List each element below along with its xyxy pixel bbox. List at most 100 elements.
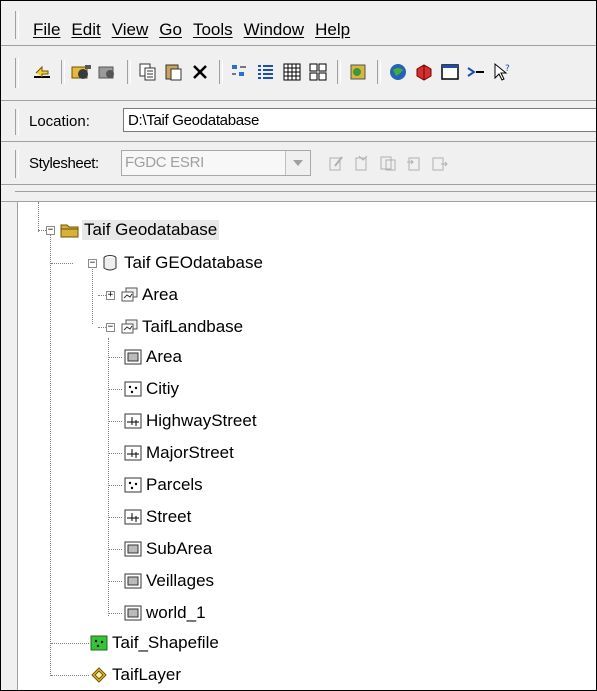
tree-node-layer[interactable]: TaifLayer [90,663,181,687]
tree-node-label: Taif GEOdatabase [124,253,263,272]
tree-node-label: Area [142,285,178,304]
tree-node-label: MajorStreet [146,443,234,462]
tree-node-geodatabase[interactable]: Taif GEOdatabase [102,251,263,275]
toolbar-separator [127,60,131,84]
menu-window[interactable]: Window [244,20,304,40]
tree-node-label: Parcels [146,475,203,494]
tree-node-feature-class[interactable]: world_1 [124,601,206,625]
menu-file[interactable]: File [33,20,60,40]
feature-dataset-icon [120,318,138,336]
stylesheet-label: Stylesheet: [29,155,99,172]
details-icon[interactable] [281,61,303,83]
stylesheet-select[interactable]: FGDC ESRI [121,150,311,176]
export-metadata-icon[interactable] [431,154,449,172]
toolbar-separator [337,60,341,84]
collapse-toggle[interactable]: − [46,226,55,235]
line-feature-class-icon [124,412,142,430]
svg-text:?: ? [505,64,510,74]
tree-node-label: TaifLayer [112,665,181,684]
delete-icon[interactable] [189,61,211,83]
arccatalog-window: File Edit View Go Tools Window Help ? Lo… [0,0,597,691]
thumbnails-icon[interactable] [307,61,329,83]
tree-node-label: Taif_Shapefile [112,633,219,652]
geodatabase-icon [102,254,120,272]
tree-node-feature-class[interactable]: MajorStreet [124,441,234,465]
menu-grip[interactable] [15,11,19,39]
launch-arcmap-icon[interactable] [347,61,369,83]
polygon-feature-class-icon [124,348,142,366]
tree-node-label: world_1 [146,603,206,622]
toolbar-separator [377,60,381,84]
tree-node-label: Veillages [146,571,215,590]
edit-metadata-icon[interactable] [327,154,345,172]
catalog-tree: − − + − Taif Geodatabase Taif GEOdatabas… [17,202,596,690]
tree-node-feature-class[interactable]: Parcels [124,473,203,497]
tree-node-root-folder[interactable]: Taif Geodatabase [60,218,220,242]
tree-node-label: Street [146,507,192,526]
tree-node-label: Area [146,347,182,366]
tree-node-label: SubArea [146,539,213,558]
point-feature-class-icon [124,380,142,398]
location-label: Location: [29,113,90,130]
copy-icon[interactable] [137,61,159,83]
location-grip[interactable] [15,109,19,135]
create-update-metadata-icon[interactable] [379,154,397,172]
list-icon[interactable] [255,61,277,83]
menu-go[interactable]: Go [159,20,182,40]
paste-icon[interactable] [163,61,185,83]
disconnect-folder-icon[interactable] [97,61,119,83]
tree-node-feature-class[interactable]: HighwayStreet [124,409,257,433]
menu-tools[interactable]: Tools [193,20,233,40]
search-icon[interactable] [413,61,435,83]
arctoolbox-icon[interactable] [387,61,409,83]
command-line-icon[interactable] [465,61,487,83]
menu-edit[interactable]: Edit [71,20,100,40]
tree-node-feature-class[interactable]: Citiy [124,377,179,401]
panel-splitter[interactable] [1,185,596,202]
standard-toolbar: ? [1,46,596,101]
location-input[interactable]: D:\Taif Geodatabase [123,108,596,132]
connect-folder-icon[interactable] [71,61,93,83]
tree-node-dataset-area[interactable]: Area [120,283,178,307]
tree-node-feature-class[interactable]: Veillages [124,569,214,593]
tree-node-feature-class[interactable]: Area [124,345,182,369]
large-icons-icon[interactable] [229,61,251,83]
menu-help[interactable]: Help [315,20,350,40]
polygon-feature-class-icon [124,604,142,622]
polygon-feature-class-icon [124,572,142,590]
tree-node-label: Citiy [146,379,180,398]
collapse-toggle[interactable]: − [106,323,115,332]
tree-node-label: TaifLandbase [142,317,244,336]
metadata-properties-icon[interactable] [353,154,371,172]
toolbar-separator [61,60,65,84]
tree-node-dataset-taiflandbase[interactable]: TaifLandbase [120,315,243,339]
point-feature-class-icon [124,476,142,494]
layer-file-icon [90,666,108,684]
line-feature-class-icon [124,444,142,462]
toolbar-separator [219,60,223,84]
chevron-down-icon[interactable] [285,151,310,175]
polygon-feature-class-icon [124,540,142,558]
feature-dataset-icon [120,286,138,304]
toolbar-grip[interactable] [15,58,19,88]
stylesheet-grip[interactable] [15,150,19,178]
tree-node-shapefile[interactable]: Taif_Shapefile [90,631,219,655]
stylesheet-value: FGDC ESRI [125,154,204,171]
menu-bar: File Edit View Go Tools Window Help [1,1,596,46]
tree-node-label: HighwayStreet [146,411,257,430]
whats-this-icon[interactable]: ? [491,61,513,83]
up-folder-icon[interactable] [31,61,53,83]
import-metadata-icon[interactable] [405,154,423,172]
menu-view[interactable]: View [112,20,149,40]
metadata-toolbar: Stylesheet: FGDC ESRI [1,142,596,185]
expand-toggle[interactable]: + [106,291,115,300]
line-feature-class-icon [124,508,142,526]
tree-node-feature-class[interactable]: Street [124,505,191,529]
toolbox-icon[interactable] [439,61,461,83]
folder-icon [60,221,79,239]
point-shapefile-icon [90,634,108,652]
tree-node-feature-class[interactable]: SubArea [124,537,212,561]
tree-node-label: Taif Geodatabase [82,220,220,240]
collapse-toggle[interactable]: − [88,259,97,268]
location-toolbar: Location: D:\Taif Geodatabase [1,101,596,142]
